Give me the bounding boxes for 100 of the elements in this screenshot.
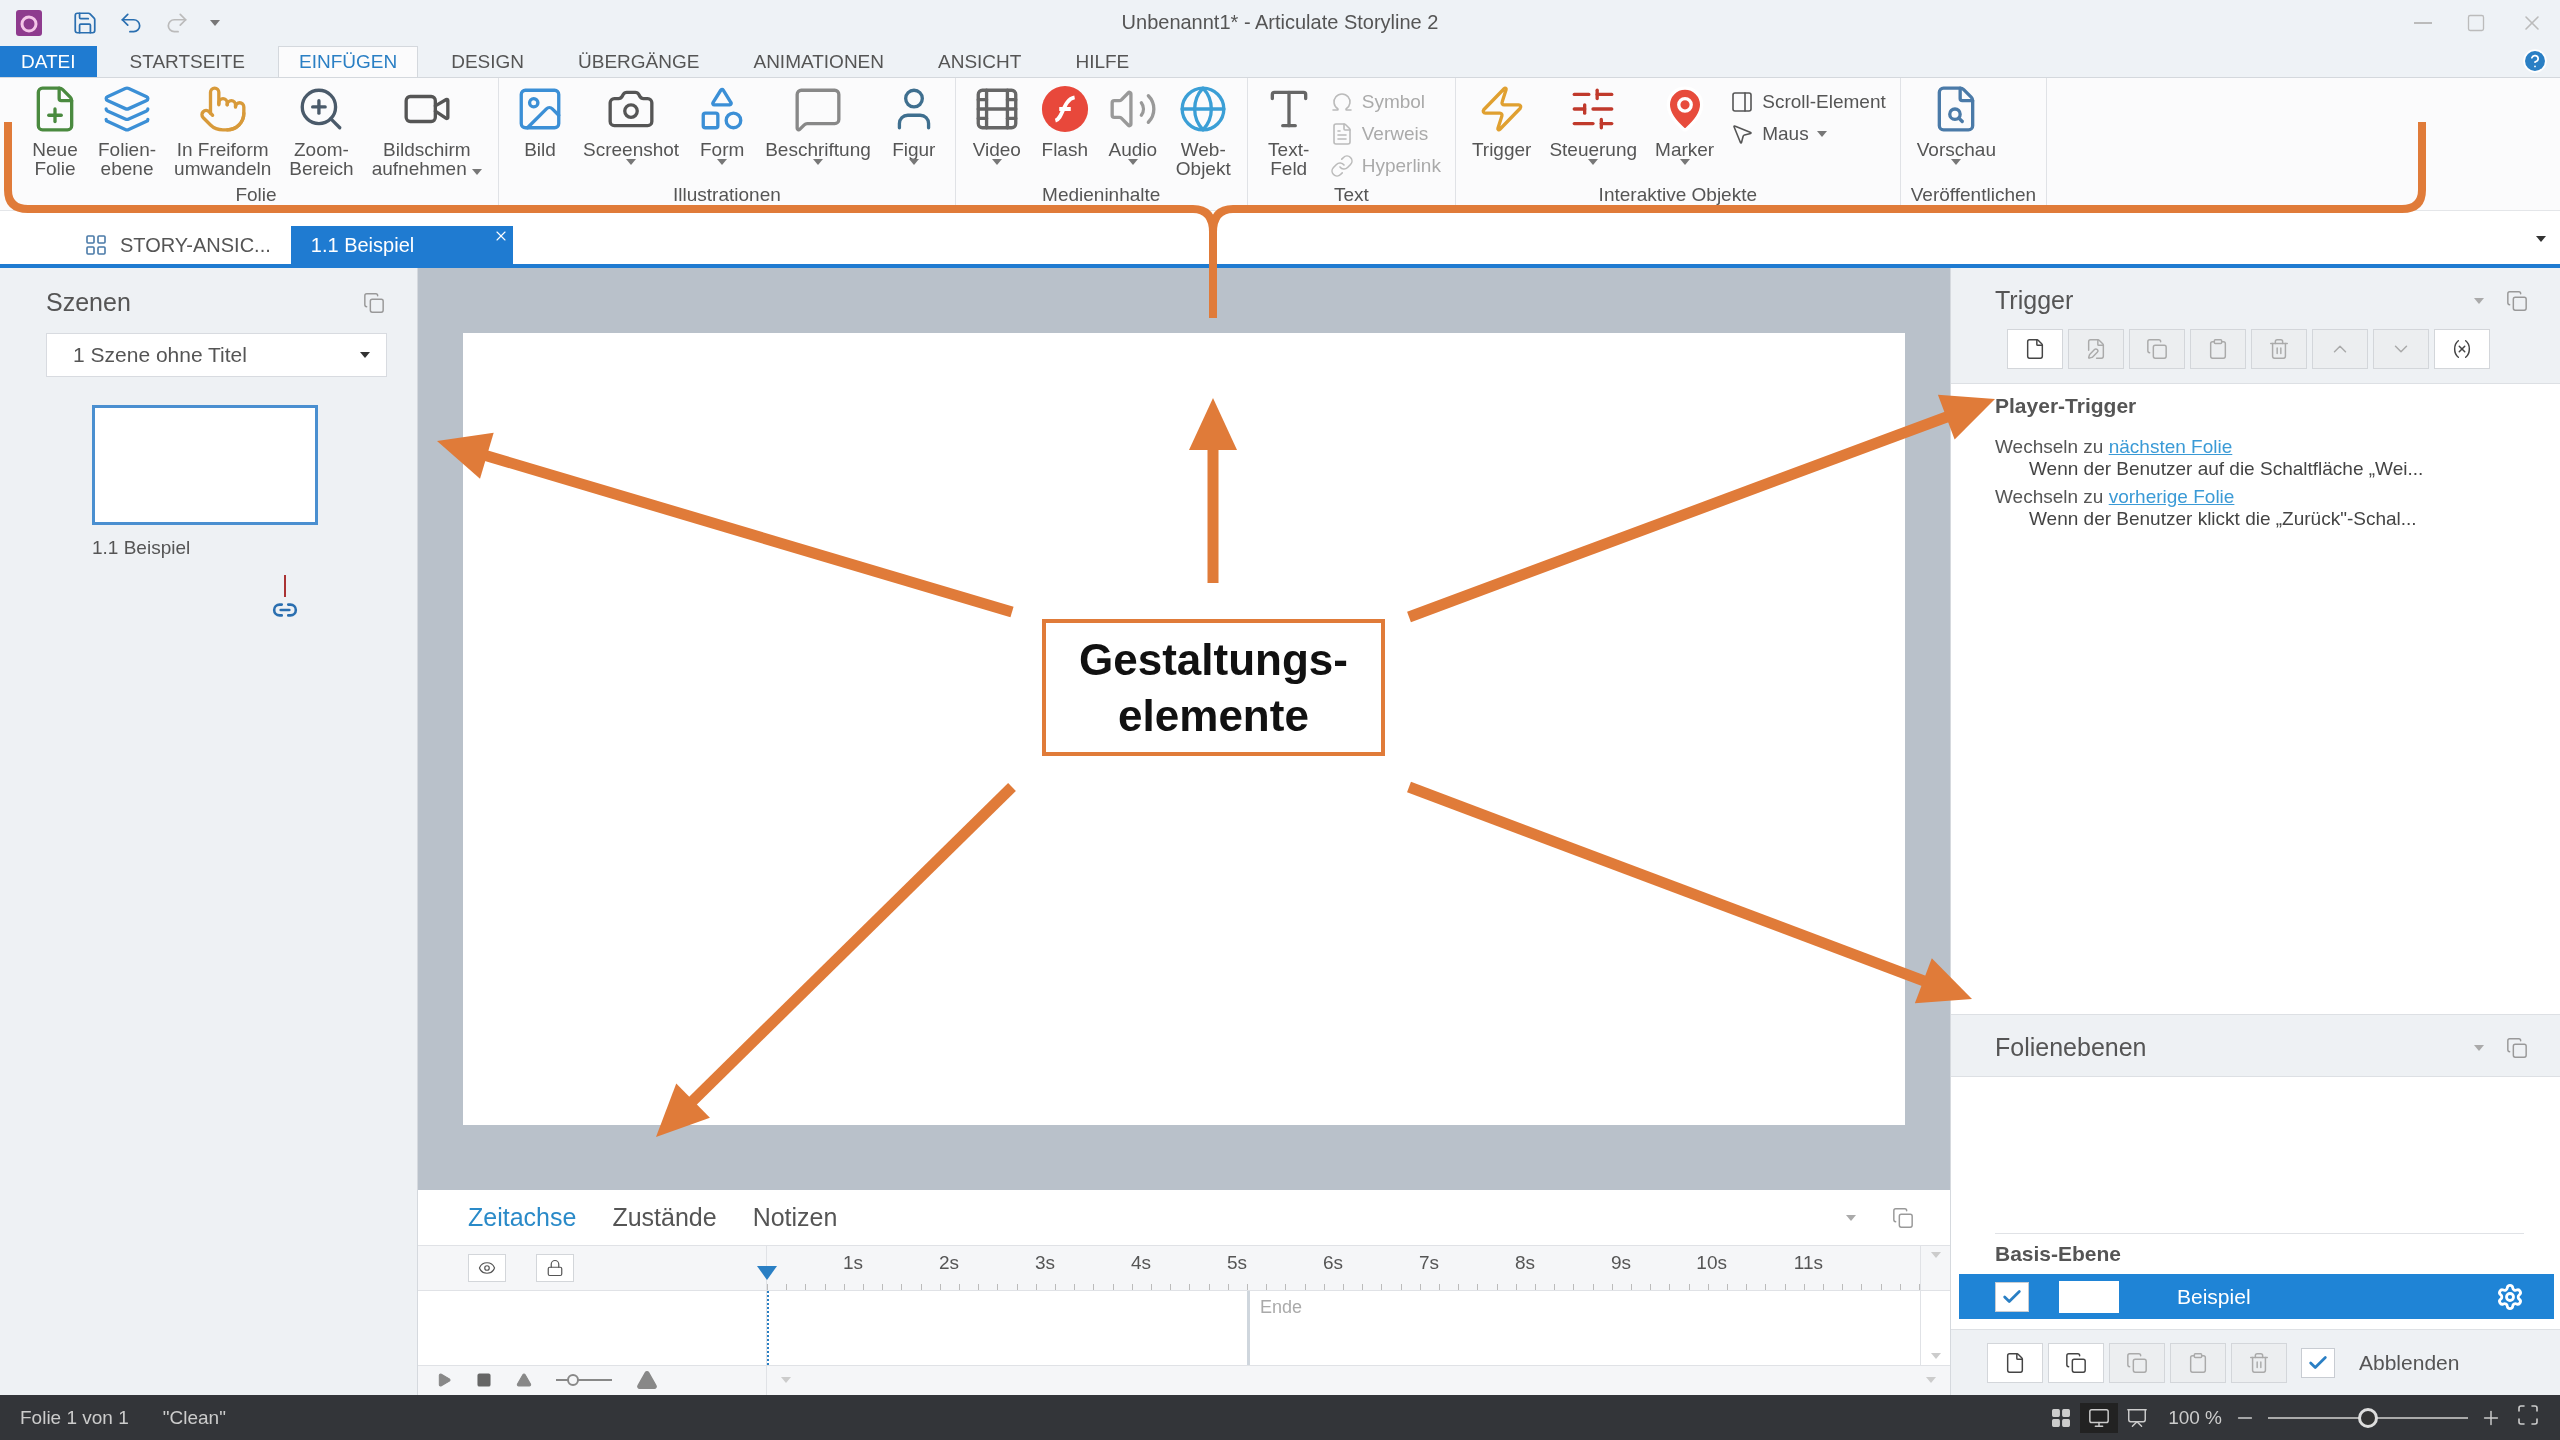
ribbon-button[interactable]: Text- Feld (1257, 83, 1320, 178)
scene-dropdown[interactable]: 1 Szene ohne Titel (46, 333, 387, 378)
caret-icon (2474, 1044, 2484, 1051)
ribbon-button[interactable]: Trigger (1465, 83, 1538, 159)
minimize-icon (2414, 21, 2432, 24)
toolbar-button[interactable] (2048, 1342, 2104, 1383)
ribbon-button[interactable]: Maus (1726, 119, 1890, 148)
group-label: Folie (234, 182, 278, 207)
ribbon-button[interactable]: Vorschau (1910, 83, 2002, 165)
trash-icon (2248, 1351, 2270, 1374)
ribbon-tab[interactable]: ÜBERGÄNGE (557, 45, 721, 77)
triangle-icon (636, 1369, 658, 1392)
playhead-icon[interactable] (757, 1265, 777, 1280)
ribbon-button[interactable]: Screenshot (577, 83, 686, 165)
ribbon-tab[interactable]: ANSICHT (917, 45, 1043, 77)
timeline-tab[interactable]: Notizen (752, 1203, 838, 1232)
toolbar-button[interactable] (2434, 329, 2490, 370)
stop-button[interactable] (476, 1372, 492, 1389)
layer-row[interactable]: Beispiel (1959, 1274, 2554, 1320)
ribbon-tab[interactable]: DESIGN (430, 45, 546, 77)
save-icon (72, 9, 98, 36)
group-label: Medieninhalte (1041, 182, 1162, 207)
slide-view-button[interactable] (2080, 1402, 2119, 1433)
panel-title: Folienebenen (1995, 1033, 2147, 1063)
ribbon-tab[interactable]: HILFE (1054, 45, 1151, 77)
ribbon-button[interactable]: Flash (1033, 83, 1096, 159)
ribbon-button[interactable]: Steuerung (1543, 83, 1644, 165)
new-file-icon (2024, 338, 2046, 361)
slide-canvas[interactable] (463, 333, 1905, 1126)
variable-icon (2451, 338, 2473, 361)
ribbon-button[interactable]: Web- Objekt (1169, 83, 1237, 178)
ribbon-button[interactable]: Audio (1101, 83, 1164, 165)
lock-icon (546, 1259, 564, 1278)
paste-icon (2187, 1351, 2209, 1374)
story-view-icon (84, 233, 108, 258)
paste-icon (2207, 338, 2229, 361)
ribbon-button[interactable]: Folien- ebene (92, 83, 163, 178)
trigger-action: Wechseln zu nächsten Folie (1995, 436, 2234, 459)
link-icon (1329, 153, 1354, 178)
trash-icon (2268, 338, 2290, 361)
base-layer-label: Basis-Ebene (1995, 1233, 2524, 1267)
time-tick-label: 3s (1033, 1250, 1055, 1275)
ribbon-button[interactable]: Bildschirm aufnehmen (365, 83, 489, 178)
edit-icon (2085, 338, 2107, 361)
toolbar-button[interactable] (1987, 1342, 2043, 1383)
ribbon-tab[interactable]: DATEI (0, 45, 97, 77)
ribbon-button[interactable]: In Freiform umwandeln (168, 83, 278, 178)
checkbox-label: Abblenden (2359, 1350, 2460, 1375)
layer-name: Beispiel (2177, 1284, 2252, 1309)
timeline-tab[interactable]: Zustände (612, 1203, 717, 1232)
visibility-button[interactable] (468, 1254, 506, 1283)
ribbon-tab[interactable]: EINFÜGEN (278, 45, 419, 77)
trigger-condition: Wenn der Benutzer klickt die „Zurück"-Schal... (2028, 508, 2418, 531)
play-button[interactable] (436, 1372, 452, 1389)
timeline-tab[interactable]: Zeitachse (468, 1203, 577, 1232)
duplicate-icon (2065, 1351, 2087, 1374)
checkbox[interactable] (2301, 1347, 2335, 1378)
ribbon-button[interactable]: Beschriftung (759, 83, 877, 165)
monitor-icon (2088, 1406, 2111, 1429)
visibility-checkbox[interactable] (1995, 1281, 2029, 1312)
time-tick-label: 9s (1609, 1250, 1631, 1275)
stop-icon (476, 1372, 492, 1389)
ribbon-button[interactable]: Figur (882, 83, 945, 165)
triangle-icon (516, 1372, 532, 1389)
caret-icon (360, 352, 370, 359)
zoom-in-button[interactable] (636, 1369, 658, 1392)
customize-button[interactable] (208, 17, 222, 28)
ribbon-button[interactable]: Zoom- Bereich (283, 83, 360, 178)
ribbon-button[interactable]: Bild (509, 83, 572, 159)
window-title: Unbenannt1* - Articulate Storyline 2 (1121, 11, 1439, 35)
play-icon (436, 1372, 452, 1389)
ribbon-tab[interactable]: ANIMATIONEN (732, 45, 905, 77)
restore-icon (2506, 289, 2528, 312)
zoom-percentage: 100 % (2168, 1406, 2222, 1429)
caret-icon (2474, 297, 2484, 304)
toolbar-button[interactable] (2007, 329, 2063, 370)
time-tick-label: 2s (937, 1250, 959, 1275)
ribbon-button[interactable]: Video (965, 83, 1028, 165)
ribbon-button[interactable]: Form (691, 83, 754, 165)
lock-button[interactable] (536, 1254, 574, 1283)
group-label: Veröffentlichen (1910, 182, 2037, 207)
ribbon-button[interactable]: Scroll-Element (1726, 87, 1890, 116)
maximize-icon (2466, 12, 2486, 33)
caret-icon (781, 1377, 791, 1384)
slide-thumbnail[interactable] (92, 405, 318, 526)
trigger-action: Wechseln zu vorherige Folie (1995, 486, 2236, 509)
ribbon-button[interactable]: Neue Folie (24, 83, 86, 178)
time-tick-label: 7s (1417, 1250, 1439, 1275)
copy-icon (2126, 1351, 2148, 1374)
settings-icon[interactable] (2496, 1282, 2524, 1311)
slider-thumb[interactable] (566, 1374, 579, 1387)
group-label: Text (1332, 182, 1370, 207)
document-tab[interactable]: 1.1 Beispiel (290, 226, 513, 265)
fit-icon[interactable] (2516, 1403, 2540, 1428)
caret-icon (1930, 1352, 1941, 1359)
ribbon-button[interactable]: Marker (1649, 83, 1721, 165)
zoom-out-button[interactable] (516, 1372, 532, 1389)
caret-icon (210, 19, 220, 26)
ribbon-tab[interactable]: STARTSEITE (108, 45, 266, 77)
new-file-icon (2004, 1351, 2026, 1374)
